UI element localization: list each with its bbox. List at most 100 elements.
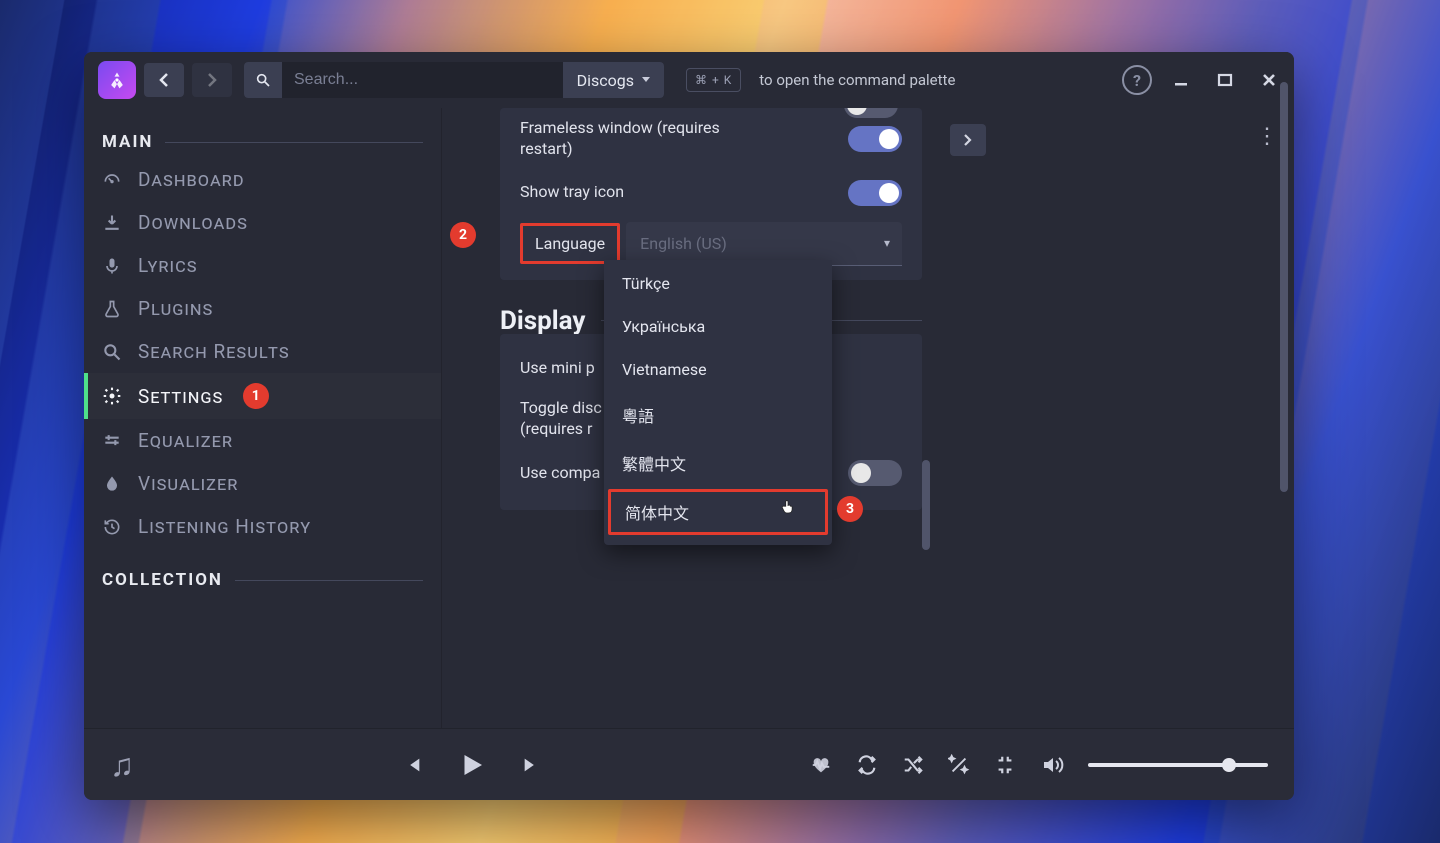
download-icon (102, 213, 124, 233)
toggle-frameless[interactable] (848, 126, 902, 152)
chevron-right-icon (207, 73, 217, 87)
droplet-icon (102, 474, 124, 494)
chevron-left-icon (159, 73, 169, 87)
sidebar-item-dashboard[interactable]: Dashboard (84, 158, 441, 201)
sidebar-item-lyrics[interactable]: Lyrics (84, 244, 441, 287)
annotation-marker-1: 1 (243, 383, 269, 409)
search-container: Discogs (244, 62, 664, 98)
nav-forward-button[interactable] (192, 63, 232, 97)
shuffle-icon (902, 754, 924, 776)
sidebar-section-collection: COLLECTION (84, 570, 441, 596)
heartbeat-icon (810, 754, 832, 776)
sidebar-item-plugins[interactable]: Plugins (84, 287, 441, 330)
search-provider-dropdown[interactable]: Discogs (563, 62, 664, 98)
search-icon (102, 342, 124, 362)
volume-thumb[interactable] (1222, 758, 1236, 772)
setting-frameless-label: Frameless window (requires restart) (520, 118, 750, 160)
sidebar-item-label: Equalizer (138, 429, 233, 452)
language-option-ukrainian[interactable]: Українська (604, 305, 832, 348)
repeat-icon (856, 754, 878, 776)
sidebar-item-label: Listening History (138, 515, 311, 538)
toggle-tray[interactable] (848, 180, 902, 206)
player-miniplayer-button[interactable] (994, 754, 1016, 776)
sidebar-item-label: Downloads (138, 211, 248, 234)
skip-back-icon (401, 754, 423, 776)
setting-language-label: Language (520, 223, 620, 264)
window-minimize-button[interactable] (1170, 69, 1192, 91)
language-dropdown: Türkçe Українська Vietnamese 粵語 繁體中文 简体中… (604, 260, 832, 545)
queue-panel: ⋮ (932, 108, 1294, 728)
annotation-marker-2: 2 (450, 222, 476, 248)
sidebar-item-listening-history[interactable]: Listening History (84, 505, 441, 548)
close-icon (1261, 72, 1277, 88)
player-autoradio-button[interactable] (948, 754, 970, 776)
player-favorite-button[interactable] (810, 754, 832, 776)
sidebar-item-visualizer[interactable]: Visualizer (84, 462, 441, 505)
settings-panel: Frameless window (requires restart) Show… (442, 108, 932, 728)
sidebar-item-downloads[interactable]: Downloads (84, 201, 441, 244)
flask-icon (102, 299, 124, 319)
volume-slider[interactable] (1088, 763, 1268, 767)
player-bar: ♫ (84, 728, 1294, 800)
player-next-button[interactable] (521, 754, 543, 776)
player-prev-button[interactable] (401, 754, 423, 776)
window-close-button[interactable] (1258, 69, 1280, 91)
help-button[interactable]: ? (1122, 65, 1152, 95)
hand-cursor-icon (779, 496, 797, 518)
search-button[interactable] (244, 62, 282, 98)
play-icon (457, 750, 487, 780)
setting-tray-label: Show tray icon (520, 182, 624, 203)
music-note-icon: ♫ (110, 746, 134, 784)
setting-compact-label: Use compa (520, 463, 600, 484)
queue-menu-button[interactable]: ⋮ (1256, 124, 1276, 149)
sidebar-item-label: Lyrics (138, 254, 198, 277)
minimize-icon (1173, 72, 1189, 88)
annotation-marker-3: 3 (837, 496, 863, 522)
player-volume-button[interactable] (1040, 753, 1064, 777)
sidebar-item-label: Plugins (138, 297, 213, 320)
language-option-simplified-chinese[interactable]: 简体中文 3 (608, 489, 828, 535)
language-option-traditional-chinese[interactable]: 繁體中文 (604, 439, 832, 487)
gear-icon (102, 386, 124, 406)
language-select[interactable]: English (US) (626, 222, 902, 266)
player-shuffle-button[interactable] (902, 754, 924, 776)
sidebar-item-settings[interactable]: Settings 1 (84, 373, 441, 419)
volume-icon (1040, 753, 1064, 777)
queue-expand-button[interactable] (950, 124, 986, 156)
sidebar-item-label: Visualizer (138, 472, 238, 495)
language-option-cantonese[interactable]: 粵語 (604, 391, 832, 439)
window-maximize-button[interactable] (1214, 69, 1236, 91)
player-play-button[interactable] (457, 750, 487, 780)
history-icon (102, 517, 124, 537)
magic-wand-icon (948, 754, 970, 776)
sidebar-item-label: Search Results (138, 340, 290, 363)
microphone-icon (102, 256, 124, 276)
maximize-icon (1217, 72, 1233, 88)
app-window: Discogs ⌘ + K to open the command palett… (84, 52, 1294, 800)
nuclear-icon (107, 70, 127, 90)
search-provider-label: Discogs (577, 71, 634, 90)
skip-forward-icon (521, 754, 543, 776)
caret-down-icon (642, 77, 650, 83)
chevron-right-icon (964, 134, 972, 146)
language-option-vietnamese[interactable]: Vietnamese (604, 348, 832, 391)
sliders-icon (102, 431, 124, 451)
command-palette-kbd: ⌘ + K (686, 68, 741, 92)
sidebar-item-equalizer[interactable]: Equalizer (84, 419, 441, 462)
toggle-unknown-top[interactable] (844, 108, 898, 118)
player-repeat-button[interactable] (856, 754, 878, 776)
command-palette-hint: to open the command palette (759, 71, 1114, 89)
app-logo[interactable] (98, 61, 136, 99)
gauge-icon (102, 170, 124, 190)
sidebar: MAIN Dashboard Downloads Lyrics Plugins … (84, 108, 442, 728)
search-input[interactable] (282, 71, 563, 89)
toggle-compact[interactable] (848, 460, 902, 486)
sidebar-item-search-results[interactable]: Search Results (84, 330, 441, 373)
sidebar-item-label: Dashboard (138, 168, 245, 191)
nav-back-button[interactable] (144, 63, 184, 97)
settings-scrollbar[interactable] (922, 460, 930, 550)
language-option-turkce[interactable]: Türkçe (604, 262, 832, 305)
compress-icon (994, 754, 1016, 776)
setting-disc-toggle-label: Toggle disc (requires r (520, 398, 602, 440)
main-area: Frameless window (requires restart) Show… (442, 108, 1294, 728)
